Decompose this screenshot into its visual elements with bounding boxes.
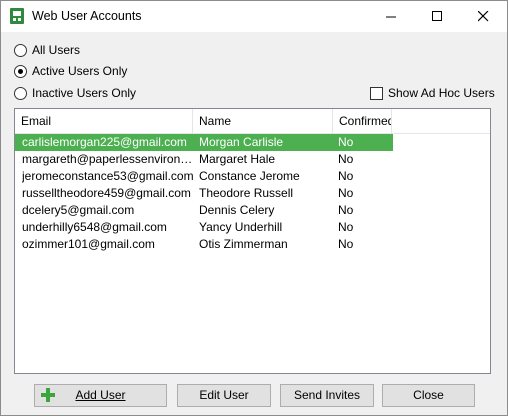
- close-icon: [478, 11, 489, 22]
- table-row[interactable]: underhilly6548@gmail.com Yancy Underhill…: [15, 219, 393, 236]
- send-invites-button[interactable]: Send Invites: [280, 384, 374, 407]
- radio-circle[interactable]: [14, 87, 27, 100]
- all-users-label: All Users: [32, 43, 81, 57]
- name-cell: Constance Jerome: [199, 169, 300, 183]
- inactive-users-only-label: Inactive Users Only: [32, 86, 137, 100]
- confirmed-cell: No: [338, 237, 354, 251]
- table-row[interactable]: carlislemorgan225@gmail.com Morgan Carli…: [15, 134, 393, 151]
- column-header-email[interactable]: Email: [15, 109, 193, 133]
- email-cell: margareth@paperlessenvironmen...: [22, 152, 194, 166]
- web-user-accounts-window: Web User Accounts All Users Active Users…: [0, 0, 508, 416]
- show-ad-hoc-users-label: Show Ad Hoc Users: [388, 86, 495, 100]
- add-user-button[interactable]: Add User: [34, 384, 167, 407]
- minimize-button[interactable]: [369, 1, 415, 32]
- plus-icon: [41, 388, 55, 402]
- name-cell: Dennis Celery: [199, 203, 275, 217]
- active-users-only-label: Active Users Only: [32, 64, 128, 78]
- table-row[interactable]: russelltheodore459@gmail.com Theodore Ru…: [15, 185, 393, 202]
- confirmed-cell: No: [338, 186, 354, 200]
- table-row[interactable]: margareth@paperlessenvironmen... Margare…: [15, 151, 393, 168]
- send-invites-label: Send Invites: [293, 388, 361, 402]
- edit-user-button[interactable]: Edit User: [177, 384, 271, 407]
- radio-circle-selected[interactable]: [14, 65, 27, 78]
- checkbox-box[interactable]: [370, 87, 383, 100]
- table-row[interactable]: jeromeconstance53@gmail.com Constance Je…: [15, 168, 393, 185]
- window-title: Web User Accounts: [32, 9, 142, 23]
- email-cell: dcelery5@gmail.com: [22, 203, 135, 217]
- confirmed-cell: No: [338, 135, 354, 149]
- confirmed-cell: No: [338, 203, 354, 217]
- name-cell: Yancy Underhill: [199, 220, 283, 234]
- edit-user-label: Edit User: [199, 388, 249, 402]
- radio-dot: [18, 69, 23, 74]
- minimize-icon: [386, 16, 396, 18]
- app-icon: [10, 8, 24, 24]
- name-cell: Margaret Hale: [199, 152, 276, 166]
- name-cell: Otis Zimmerman: [199, 237, 288, 251]
- close-button[interactable]: Close: [382, 384, 475, 407]
- name-cell: Morgan Carlisle: [199, 135, 284, 149]
- email-cell: carlislemorgan225@gmail.com: [22, 135, 187, 149]
- close-window-button[interactable]: [461, 1, 507, 32]
- table-row[interactable]: ozimmer101@gmail.com Otis Zimmerman No: [15, 236, 393, 253]
- radio-circle[interactable]: [14, 44, 27, 57]
- maximize-icon: [432, 11, 442, 21]
- name-cell: Theodore Russell: [199, 186, 294, 200]
- email-cell: ozimmer101@gmail.com: [22, 237, 155, 251]
- list-header: Email Name Confirmed: [15, 109, 490, 134]
- column-header-name[interactable]: Name: [193, 109, 333, 133]
- title-bar[interactable]: Web User Accounts: [1, 1, 507, 32]
- maximize-button[interactable]: [415, 1, 461, 32]
- email-cell: underhilly6548@gmail.com: [22, 220, 167, 234]
- email-cell: russelltheodore459@gmail.com: [22, 186, 191, 200]
- confirmed-cell: No: [338, 152, 354, 166]
- users-list-view[interactable]: Email Name Confirmed carlislemorgan225@g…: [14, 108, 491, 374]
- column-header-confirmed[interactable]: Confirmed: [333, 109, 392, 133]
- close-label: Close: [413, 388, 444, 402]
- table-row[interactable]: dcelery5@gmail.com Dennis Celery No: [15, 202, 393, 219]
- add-user-label: Add User: [75, 388, 126, 402]
- confirmed-cell: No: [338, 169, 354, 183]
- email-cell: jeromeconstance53@gmail.com: [22, 169, 194, 183]
- confirmed-cell: No: [338, 220, 354, 234]
